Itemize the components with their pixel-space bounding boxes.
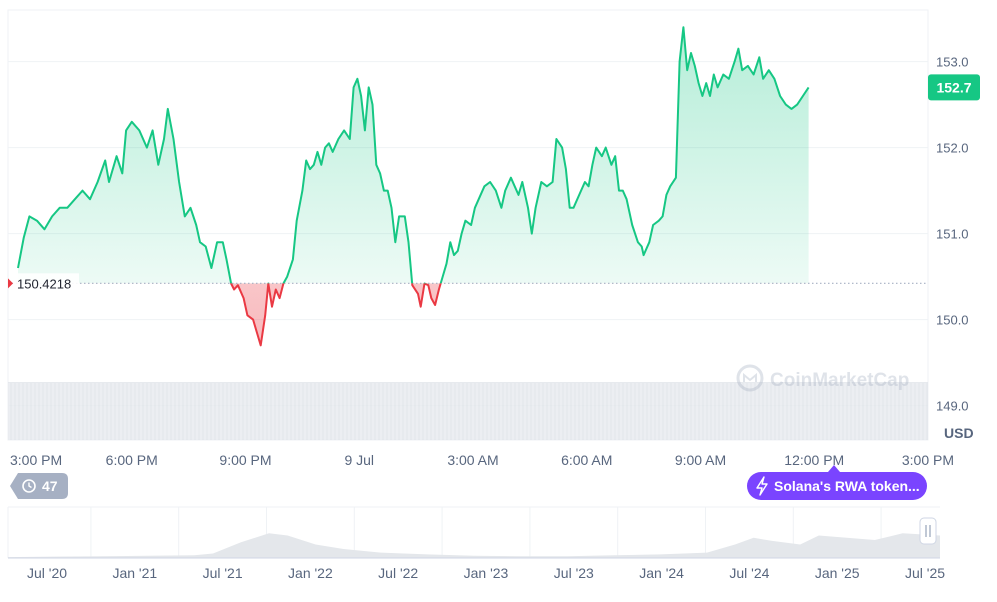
timeline-year-label: Jan '23 bbox=[464, 565, 509, 581]
y-tick-label: 153.0 bbox=[936, 55, 969, 70]
x-tick-label: 12:00 PM bbox=[784, 452, 844, 468]
y-tick-label: 151.0 bbox=[936, 227, 969, 242]
timeline-year-label: Jul '22 bbox=[378, 565, 418, 581]
y-tick-label: 149.0 bbox=[936, 399, 969, 414]
price-chart: 149.0 150.0 151.0 152.0 153.0 USD CoinMarketCa… bbox=[0, 0, 997, 597]
news-badge[interactable]: Solana's RWA token... bbox=[747, 465, 927, 500]
x-tick-label: 3:00 PM bbox=[10, 452, 62, 468]
watermark-logo-mark-icon bbox=[743, 372, 757, 382]
history-badge[interactable]: 47 bbox=[10, 473, 68, 499]
x-tick-label: 3:00 PM bbox=[902, 452, 954, 468]
x-tick-label: 9:00 PM bbox=[219, 452, 271, 468]
timeline-year-label: Jul '24 bbox=[729, 565, 769, 581]
current-price-label: 152.7 bbox=[936, 79, 971, 95]
timeline-handle[interactable] bbox=[919, 517, 937, 545]
history-badge-bg[interactable] bbox=[10, 473, 68, 499]
timeline-history-area bbox=[8, 533, 940, 558]
baseline-marker-icon bbox=[8, 278, 13, 289]
history-count: 47 bbox=[42, 478, 58, 494]
watermark-text: CoinMarketCap bbox=[770, 370, 909, 391]
x-tick-label: 9 Jul bbox=[344, 452, 374, 468]
timeline-year-label: Jan '22 bbox=[288, 565, 333, 581]
timeline-year-label: Jul '25 bbox=[905, 565, 945, 581]
news-badge-label: Solana's RWA token... bbox=[774, 478, 920, 494]
x-tick-label: 6:00 AM bbox=[561, 452, 612, 468]
currency-label: USD bbox=[944, 425, 974, 441]
timeline-year-label: Jan '21 bbox=[112, 565, 157, 581]
x-tick-label: 9:00 AM bbox=[675, 452, 726, 468]
price-area-up bbox=[18, 27, 809, 284]
x-tick-label: 3:00 AM bbox=[447, 452, 498, 468]
baseline-label: 150.4218 bbox=[17, 276, 71, 291]
y-tick-label: 152.0 bbox=[936, 141, 969, 156]
timeline-year-label: Jul '20 bbox=[27, 565, 67, 581]
timeline-handle-body[interactable] bbox=[919, 517, 937, 545]
timeline-year-label: Jan '24 bbox=[639, 565, 684, 581]
timeline-navigator[interactable]: Jul '20 Jan '21 Jul '21 Jan '22 Jul '22 Jan '… bbox=[7, 506, 945, 581]
timeline-year-label: Jan '25 bbox=[815, 565, 860, 581]
timeline-year-label: Jul '21 bbox=[203, 565, 243, 581]
chart-svg: 149.0 150.0 151.0 152.0 153.0 USD CoinMarketCa… bbox=[7, 9, 980, 581]
x-tick-label: 6:00 PM bbox=[106, 452, 158, 468]
y-tick-label: 150.0 bbox=[936, 313, 969, 328]
timeline-year-label: Jul '23 bbox=[554, 565, 594, 581]
